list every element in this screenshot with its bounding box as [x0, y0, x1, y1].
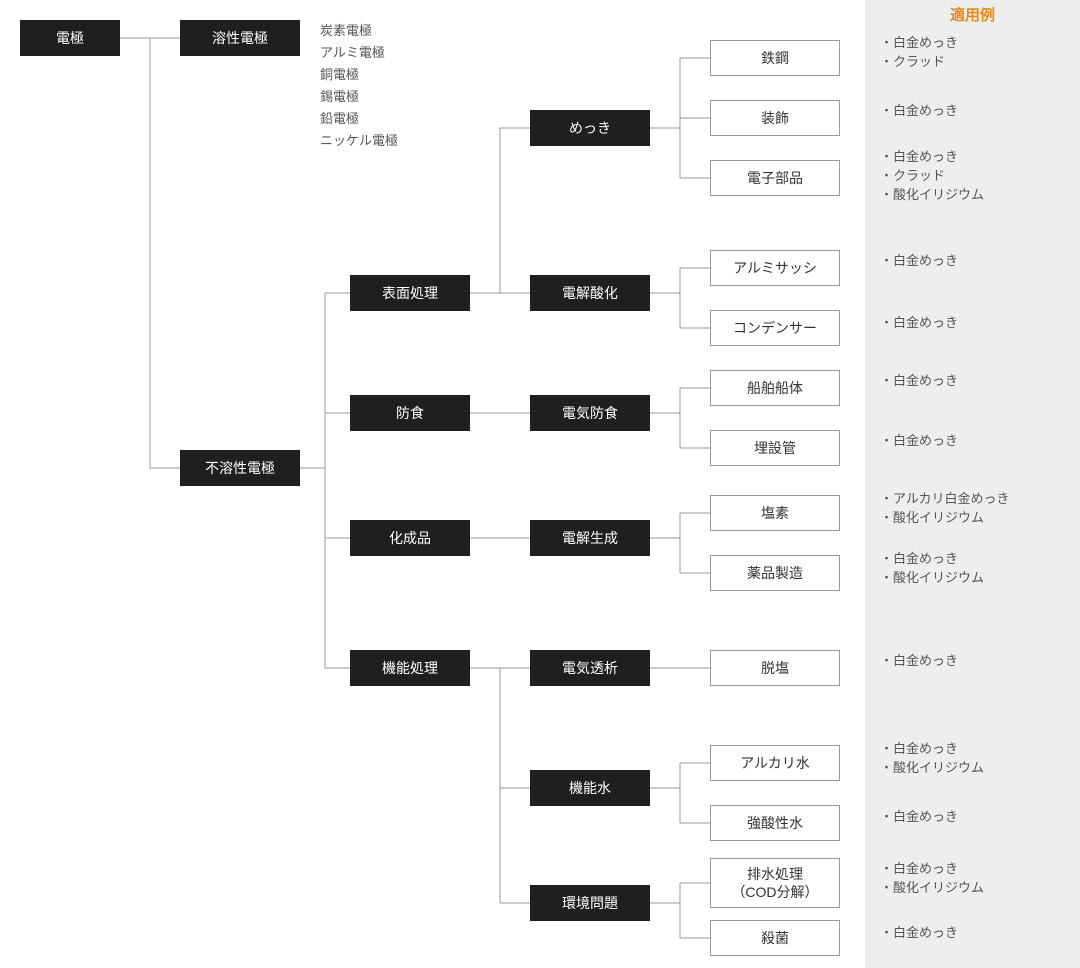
- app-decoration: ・白金めっき: [880, 102, 958, 121]
- node-root: 電極: [20, 20, 120, 56]
- text-item: ニッケル電極: [320, 130, 398, 152]
- node-chemical: 化成品: [350, 520, 470, 556]
- applications-header: 適用例: [865, 4, 1080, 25]
- text-item: 銅電極: [320, 64, 398, 86]
- leaf-iron-copper: 鉄鋼: [710, 40, 840, 76]
- leaf-pipe: 埋設管: [710, 430, 840, 466]
- leaf-pharma: 薬品製造: [710, 555, 840, 591]
- text-item: アルミ電極: [320, 42, 398, 64]
- node-cathodic: 電気防食: [530, 395, 650, 431]
- app-wastewater: ・白金めっき・酸化イリジウム: [880, 860, 984, 898]
- app-electronic: ・白金めっき・クラッド・酸化イリジウム: [880, 148, 984, 205]
- text-item: 鉛電極: [320, 108, 398, 130]
- app-pharma: ・白金めっき・酸化イリジウム: [880, 550, 984, 588]
- node-functional: 機能処理: [350, 650, 470, 686]
- leaf-wastewater: 排水処理（COD分解）: [710, 858, 840, 908]
- node-plating: めっき: [530, 110, 650, 146]
- node-env: 環境問題: [530, 885, 650, 921]
- text-item: 錫電極: [320, 86, 398, 108]
- node-insoluble: 不溶性電極: [180, 450, 300, 486]
- node-soluble: 溶性電極: [180, 20, 300, 56]
- node-funcwater: 機能水: [530, 770, 650, 806]
- leaf-sash: アルミサッシ: [710, 250, 840, 286]
- app-alkaline: ・白金めっき・酸化イリジウム: [880, 740, 984, 778]
- leaf-sterilize: 殺菌: [710, 920, 840, 956]
- leaf-desalt: 脱塩: [710, 650, 840, 686]
- app-chlorine: ・アルカリ白金めっき・酸化イリジウム: [880, 490, 1009, 528]
- leaf-capacitor: コンデンサー: [710, 310, 840, 346]
- leaf-decoration: 装飾: [710, 100, 840, 136]
- node-surface: 表面処理: [350, 275, 470, 311]
- soluble-items: 炭素電極 アルミ電極 銅電極 錫電極 鉛電極 ニッケル電極: [320, 20, 398, 153]
- app-strongacid: ・白金めっき: [880, 808, 958, 827]
- leaf-electronic: 電子部品: [710, 160, 840, 196]
- leaf-alkaline: アルカリ水: [710, 745, 840, 781]
- app-hull: ・白金めっき: [880, 372, 958, 391]
- node-electrogen: 電解生成: [530, 520, 650, 556]
- node-anodic: 電解酸化: [530, 275, 650, 311]
- node-corrosion: 防食: [350, 395, 470, 431]
- app-capacitor: ・白金めっき: [880, 314, 958, 333]
- leaf-hull: 船舶船体: [710, 370, 840, 406]
- text-item: 炭素電極: [320, 20, 398, 42]
- leaf-chlorine: 塩素: [710, 495, 840, 531]
- app-pipe: ・白金めっき: [880, 432, 958, 451]
- node-dialysis: 電気透析: [530, 650, 650, 686]
- app-sterilize: ・白金めっき: [880, 924, 958, 943]
- app-sash: ・白金めっき: [880, 252, 958, 271]
- leaf-strongacid: 強酸性水: [710, 805, 840, 841]
- app-desalt: ・白金めっき: [880, 652, 958, 671]
- diagram-canvas: 適用例 電極 溶性電極 炭素電極 アルミ電極 銅電極 錫電極 鉛電極 ニッケル電…: [0, 0, 1080, 968]
- app-iron-copper: ・白金めっき・クラッド: [880, 34, 958, 72]
